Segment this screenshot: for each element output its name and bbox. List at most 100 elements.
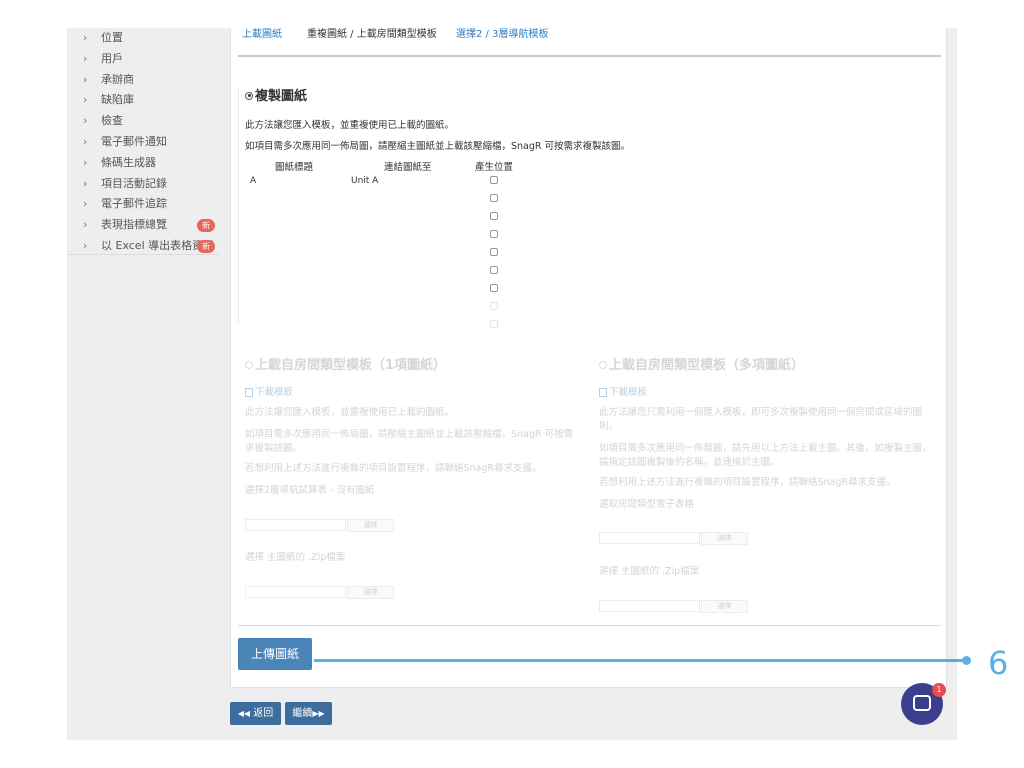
back-label: 返回 bbox=[253, 708, 274, 719]
room-single-select-zip: 選擇 主圖紙的 .Zip檔案 bbox=[245, 552, 346, 563]
tab-underline bbox=[238, 55, 941, 57]
sidebar-item[interactable]: › 缺陷庫 bbox=[67, 90, 219, 111]
upload-drawings-button[interactable]: 上傳圖紙 bbox=[238, 638, 312, 670]
callout-number: 6 bbox=[988, 644, 1009, 682]
room-single-download-link[interactable]: 下載模板 bbox=[245, 386, 293, 400]
new-badge: 新 bbox=[197, 239, 215, 253]
chevron-right-icon: › bbox=[83, 114, 88, 128]
sidebar-item[interactable]: › 承辦商 bbox=[67, 70, 219, 91]
room-multi-select-zip: 選擇 主圖紙的 .Zip檔案 bbox=[599, 566, 700, 577]
back-button[interactable]: ◀◀ 返回 bbox=[230, 702, 281, 725]
generate-checkbox[interactable] bbox=[490, 212, 498, 220]
section-border bbox=[238, 88, 239, 323]
main-panel: 上載圖紙 重複圖紙 / 上載房間類型模板 選擇2 / 3層導航模板 複製圖紙 此… bbox=[230, 28, 947, 688]
room-multi-sheet-input[interactable] bbox=[599, 532, 700, 544]
room-single-heading: 上載自房間類型模板（1項圖紙） bbox=[245, 354, 446, 373]
room-multi-desc-2: 如項目需多次應用同一佈局圖，請先用以上方法上載主圖。其後，如複製主圖，請指定該圖… bbox=[599, 443, 932, 468]
copy-drawings-radio[interactable] bbox=[245, 91, 253, 100]
chevron-right-icon: › bbox=[83, 155, 88, 169]
chevron-right-icon: › bbox=[83, 72, 88, 86]
chevron-right-icon: › bbox=[83, 197, 88, 211]
sidebar: › 位置 › 用戶 › 承辦商 › 缺陷庫 › 檢查 › 電子郵件通知 › 條碼生成器 › 項目活動記錄 › 電子… bbox=[67, 28, 219, 254]
sidebar-item-label: 缺陷庫 bbox=[101, 93, 134, 107]
tab-upload-drawings[interactable]: 上載圖紙 bbox=[242, 28, 282, 52]
generate-checkbox[interactable] bbox=[490, 230, 498, 238]
room-single-radio[interactable] bbox=[245, 360, 253, 369]
generate-checkbox[interactable] bbox=[490, 248, 498, 256]
room-multi-download-link[interactable]: 下載模板 bbox=[599, 386, 647, 400]
room-single-select-sheet: 選擇2層導航試算表 - 沒有圖紙 bbox=[245, 485, 375, 496]
generate-checkbox[interactable] bbox=[490, 302, 498, 310]
sidebar-list: › 位置 › 用戶 › 承辦商 › 缺陷庫 › 檢查 › 電子郵件通知 › 條碼生成器 › 項目活動記錄 › 電子… bbox=[67, 28, 219, 257]
chevron-right-icon: › bbox=[83, 134, 88, 148]
col-generate-location: 產生位置 bbox=[475, 162, 514, 173]
copy-desc-1: 此方法讓您匯入模板，並重複使用已上載的圖紙。 bbox=[245, 120, 455, 131]
room-multi-radio[interactable] bbox=[599, 360, 607, 369]
room-single-title: 上載自房間類型模板（1項圖紙） bbox=[255, 358, 447, 373]
generate-checkbox[interactable] bbox=[490, 266, 498, 274]
room-multi-title: 上載自房間類型模板（多項圖紙） bbox=[609, 358, 805, 373]
sidebar-item-label: 項目活動記錄 bbox=[101, 176, 167, 190]
sidebar-item-label: 電子郵件通知 bbox=[101, 134, 167, 148]
room-multi-desc-1: 此方法讓您只需利用一個匯入模板，即可多次複製使用同一個房間或區域的圖則。 bbox=[599, 407, 923, 432]
generate-checkbox[interactable] bbox=[490, 284, 498, 292]
room-single-zip-choose-button[interactable]: 選擇 bbox=[347, 586, 394, 599]
copy-drawings-heading: 複製圖紙 bbox=[245, 85, 307, 104]
sidebar-item[interactable]: › 電子郵件通知 bbox=[67, 132, 219, 153]
tab-duplicate-drawings[interactable]: 重複圖紙 / 上載房間類型模板 bbox=[307, 28, 437, 52]
generate-checkbox[interactable] bbox=[490, 320, 498, 328]
generate-checkbox[interactable] bbox=[490, 194, 498, 202]
room-single-desc-1: 此方法讓您匯入模板，並重複使用已上載的圖紙。 bbox=[245, 407, 455, 418]
room-single-zip-input[interactable] bbox=[245, 586, 346, 598]
continue-button[interactable]: 繼續▶▶ bbox=[285, 702, 332, 725]
sidebar-item[interactable]: › 項目活動記錄 bbox=[67, 174, 219, 195]
room-multi-desc-3: 若想利用上述方法進行複雜的項目設置程序，請聯絡SnagR尋求支援。 bbox=[599, 477, 896, 488]
sidebar-item[interactable]: › 用戶 bbox=[67, 49, 219, 70]
fast-forward-icon: ▶▶ bbox=[312, 709, 325, 718]
sidebar-item-label: 表現指標總覽 bbox=[101, 218, 167, 232]
sidebar-item[interactable]: › 位置 bbox=[67, 28, 219, 49]
sidebar-item[interactable]: › 表現指標總覽 新 bbox=[67, 215, 219, 236]
callout-dot bbox=[962, 656, 971, 665]
copy-drawings-title: 複製圖紙 bbox=[255, 89, 308, 104]
copy-desc-2: 如項目需多次應用同一佈局圖，請壓縮主圖紙並上載該壓縮檔，SnagR 可按需求複製… bbox=[245, 141, 631, 152]
sidebar-item[interactable]: › 電子郵件追踪 bbox=[67, 194, 219, 215]
room-single-desc-3: 若想利用上述方法進行複雜的項目設置程序，請聯絡SnagR尋求支援。 bbox=[245, 463, 542, 474]
chevron-right-icon: › bbox=[83, 93, 88, 107]
new-badge: 新 bbox=[197, 219, 215, 233]
sidebar-item[interactable]: › 檢查 bbox=[67, 111, 219, 132]
chevron-right-icon: › bbox=[83, 218, 88, 232]
file-icon bbox=[245, 388, 253, 397]
section-separator bbox=[238, 625, 941, 626]
room-single-sheet-input[interactable] bbox=[245, 519, 346, 531]
room-single-desc-2: 如項目需多次應用同一佈局圖，請壓縮主圖紙並上載該壓縮檔，SnagR 可按需求複製… bbox=[245, 429, 574, 454]
sidebar-item-label: 用戶 bbox=[101, 51, 123, 65]
continue-label: 繼續 bbox=[292, 708, 313, 719]
sidebar-divider bbox=[67, 254, 219, 255]
sidebar-item-label: 檢查 bbox=[101, 114, 123, 128]
tab-navigation-template[interactable]: 選擇2 / 3層導航模板 bbox=[456, 28, 548, 52]
row-link: Unit A bbox=[351, 176, 379, 186]
room-multi-select-sheet: 選取房間類型電子表格 bbox=[599, 499, 695, 510]
chevron-right-icon: › bbox=[83, 31, 88, 44]
chat-unread-badge: 1 bbox=[932, 683, 946, 697]
file-icon bbox=[599, 388, 607, 397]
row-title: A bbox=[250, 176, 257, 186]
room-multi-choose-button[interactable]: 選擇 bbox=[701, 532, 748, 545]
chat-icon bbox=[913, 695, 931, 711]
room-multi-zip-choose-button[interactable]: 選擇 bbox=[701, 600, 748, 613]
sidebar-item-label: 承辦商 bbox=[101, 72, 134, 86]
room-single-choose-button[interactable]: 選擇 bbox=[347, 519, 394, 532]
room-multi-heading: 上載自房間類型模板（多項圖紙） bbox=[599, 354, 804, 373]
sidebar-item[interactable]: › 條碼生成器 bbox=[67, 153, 219, 174]
chevron-right-icon: › bbox=[83, 51, 88, 65]
generate-checkbox[interactable] bbox=[490, 176, 498, 184]
sidebar-item-label: 位置 bbox=[101, 31, 123, 44]
download-template-label: 下載模板 bbox=[255, 387, 294, 398]
rewind-icon: ◀◀ bbox=[237, 709, 251, 718]
sidebar-item-label: 條碼生成器 bbox=[101, 155, 156, 169]
tab-bar: 上載圖紙 重複圖紙 / 上載房間類型模板 選擇2 / 3層導航模板 bbox=[231, 28, 946, 52]
col-link-drawing: 連結圖紙至 bbox=[384, 162, 432, 173]
room-multi-zip-input[interactable] bbox=[599, 600, 700, 612]
chat-launcher-button[interactable]: 1 bbox=[901, 683, 946, 725]
